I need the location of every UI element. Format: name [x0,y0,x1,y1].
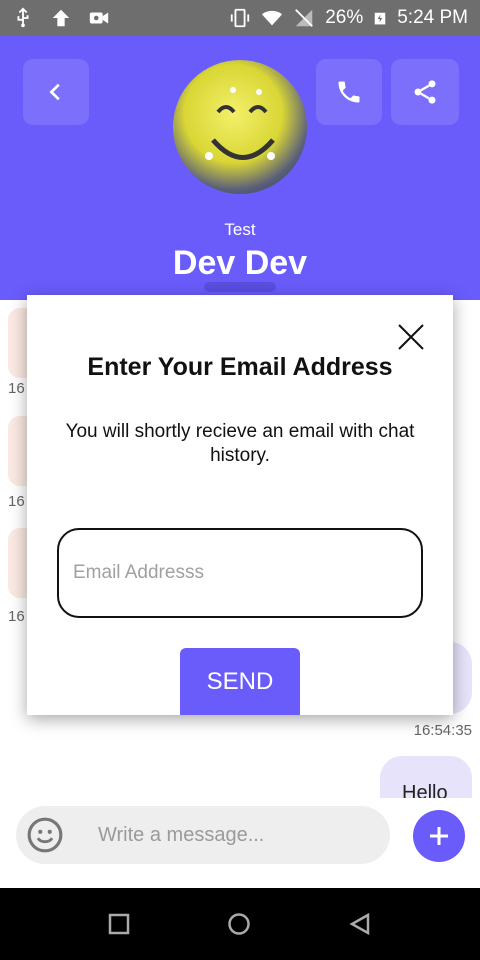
back-button[interactable] [23,59,89,125]
message-time: 16 [8,493,25,510]
contact-subtitle: Test [224,220,256,239]
contact-name: Dev Dev [172,244,308,282]
composer: Write a message... [0,798,480,888]
message-time: 16:54:35 [413,722,472,739]
email-dialog: Enter Your Email Address You will shortl… [27,295,453,715]
smiley-face-icon [205,87,275,160]
outgoing-message[interactable]: Hello [380,756,472,798]
share-icon [414,80,436,104]
usb-icon [17,7,29,28]
close-icon[interactable] [397,323,425,351]
message-text: Hello [402,782,448,798]
back-triangle-icon[interactable] [348,912,372,936]
message-time: 16 [8,380,25,397]
share-button[interactable] [391,59,459,125]
drag-handle [204,282,276,292]
dialog-message: You will shortly recieve an email with c… [65,421,415,466]
phone-icon [338,81,360,103]
email-field[interactable] [57,528,423,618]
dialog-title: Enter Your Email Address [87,353,393,381]
home-icon[interactable] [227,912,251,936]
message-input[interactable]: Write a message... [16,806,390,864]
call-button[interactable] [316,59,382,125]
message-time: 16 [8,608,25,625]
status-bar: 26% 5:24 PM [0,0,480,36]
recents-icon[interactable] [108,913,130,935]
send-button[interactable]: SEND [180,648,300,715]
battery-charging-icon [374,12,386,25]
plus-icon [430,827,448,845]
emoji-icon[interactable] [26,816,64,854]
wifi-icon [262,10,283,26]
chevron-left-icon [49,83,60,101]
clock: 5:24 PM [397,7,468,28]
upload-icon [52,9,70,27]
chat-header: Test Dev Dev [0,36,480,300]
vibrate-icon [231,8,250,28]
battery-percent: 26% [325,7,364,28]
video-camera-icon [89,12,109,24]
no-signal-icon [295,9,314,27]
avatar[interactable] [173,60,307,194]
add-button[interactable] [413,810,465,862]
navigation-bar [0,888,480,960]
message-placeholder: Write a message... [98,824,265,846]
